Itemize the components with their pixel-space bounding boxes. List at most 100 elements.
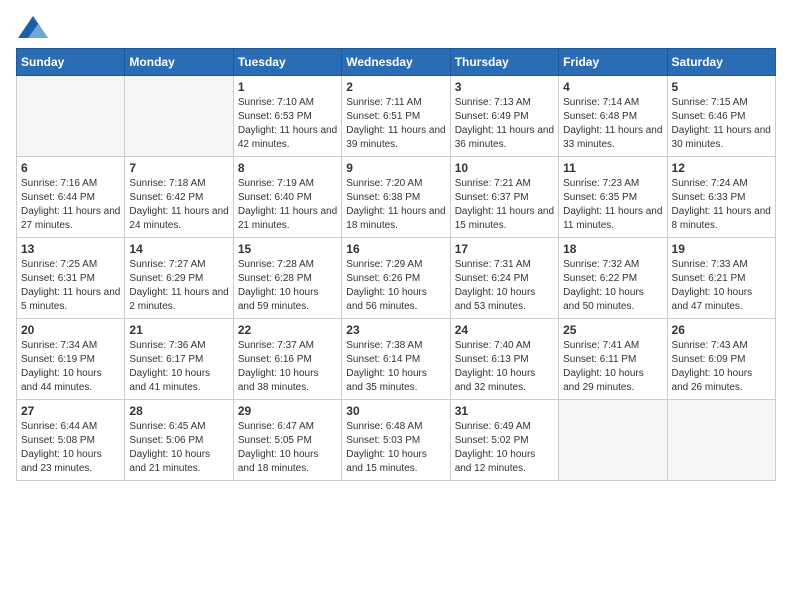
day-number: 29 — [238, 404, 337, 418]
day-info: Sunrise: 7:21 AMSunset: 6:37 PMDaylight:… — [455, 177, 554, 233]
calendar-day-cell: 18Sunrise: 7:32 AMSunset: 6:22 PMDayligh… — [559, 238, 667, 319]
weekday-header: Monday — [125, 49, 233, 76]
calendar-day-cell: 2 Sunrise: 7:11 AMSunset: 6:51 PMDaylight… — [342, 76, 450, 157]
day-info: Sunrise: 7:29 AMSunset: 6:26 PMDaylight:… — [346, 258, 445, 314]
day-info: Sunrise: 7:20 AMSunset: 6:38 PMDaylight:… — [346, 177, 445, 233]
calendar-day-cell: 3Sunrise: 7:13 AMSunset: 6:49 PMDaylight… — [450, 76, 558, 157]
day-info: Sunrise: 6:47 AMSunset: 5:05 PMDaylight:… — [238, 420, 337, 476]
day-info: Sunrise: 7:36 AMSunset: 6:17 PMDaylight:… — [129, 339, 228, 395]
day-number: 12 — [672, 161, 771, 175]
day-number: 10 — [455, 161, 554, 175]
calendar-week-row: 13 Sunrise: 7:25 AMSunset: 6:31 PMDayligh… — [17, 238, 776, 319]
day-info: Sunrise: 7:16 AMSunset: 6:44 PMDaylight:… — [21, 177, 120, 233]
day-number: 11 — [563, 161, 662, 175]
weekday-header: Wednesday — [342, 49, 450, 76]
calendar-day-cell: 16 Sunrise: 7:29 AMSunset: 6:26 PMDayligh… — [342, 238, 450, 319]
calendar-day-cell: 10 Sunrise: 7:21 AMSunset: 6:37 PMDayligh… — [450, 157, 558, 238]
calendar-day-cell: 4Sunrise: 7:14 AMSunset: 6:48 PMDaylight… — [559, 76, 667, 157]
day-info: Sunrise: 7:34 AMSunset: 6:19 PMDaylight:… — [21, 339, 120, 395]
calendar-day-cell: 31 Sunrise: 6:49 AMSunset: 5:02 PMDayligh… — [450, 400, 558, 481]
calendar-week-row: 6Sunrise: 7:16 AMSunset: 6:44 PMDaylight… — [17, 157, 776, 238]
calendar-day-cell: 8 Sunrise: 7:19 AMSunset: 6:40 PMDaylight… — [233, 157, 341, 238]
day-number: 22 — [238, 323, 337, 337]
calendar-header-row: SundayMondayTuesdayWednesdayThursdayFrid… — [17, 49, 776, 76]
day-info: Sunrise: 7:32 AMSunset: 6:22 PMDaylight:… — [563, 258, 662, 314]
day-info: Sunrise: 7:11 AMSunset: 6:51 PMDaylight:… — [346, 96, 445, 152]
calendar-day-cell — [667, 400, 775, 481]
day-number: 26 — [672, 323, 771, 337]
day-number: 1 — [238, 80, 337, 94]
day-number: 13 — [21, 242, 120, 256]
weekday-header: Tuesday — [233, 49, 341, 76]
calendar-week-row: 1 Sunrise: 7:10 AMSunset: 6:53 PMDaylight… — [17, 76, 776, 157]
day-number: 24 — [455, 323, 554, 337]
calendar-week-row: 27Sunrise: 6:44 AMSunset: 5:08 PMDayligh… — [17, 400, 776, 481]
day-info: Sunrise: 7:37 AMSunset: 6:16 PMDaylight:… — [238, 339, 337, 395]
calendar-table: SundayMondayTuesdayWednesdayThursdayFrid… — [16, 48, 776, 481]
day-number: 31 — [455, 404, 554, 418]
day-number: 5 — [672, 80, 771, 94]
calendar-day-cell: 28 Sunrise: 6:45 AMSunset: 5:06 PMDayligh… — [125, 400, 233, 481]
calendar-day-cell: 20 Sunrise: 7:34 AMSunset: 6:19 PMDayligh… — [17, 319, 125, 400]
weekday-header: Thursday — [450, 49, 558, 76]
page-header — [16, 16, 776, 38]
calendar-day-cell: 13 Sunrise: 7:25 AMSunset: 6:31 PMDayligh… — [17, 238, 125, 319]
calendar-day-cell: 22 Sunrise: 7:37 AMSunset: 6:16 PMDayligh… — [233, 319, 341, 400]
day-info: Sunrise: 6:45 AMSunset: 5:06 PMDaylight:… — [129, 420, 228, 476]
calendar-day-cell: 25 Sunrise: 7:41 AMSunset: 6:11 PMDayligh… — [559, 319, 667, 400]
calendar-day-cell: 6Sunrise: 7:16 AMSunset: 6:44 PMDaylight… — [17, 157, 125, 238]
day-info: Sunrise: 7:41 AMSunset: 6:11 PMDaylight:… — [563, 339, 662, 395]
calendar-day-cell: 15Sunrise: 7:28 AMSunset: 6:28 PMDayligh… — [233, 238, 341, 319]
calendar-day-cell: 14 Sunrise: 7:27 AMSunset: 6:29 PMDayligh… — [125, 238, 233, 319]
day-info: Sunrise: 7:33 AMSunset: 6:21 PMDaylight:… — [672, 258, 771, 314]
day-number: 8 — [238, 161, 337, 175]
calendar-day-cell: 29 Sunrise: 6:47 AMSunset: 5:05 PMDayligh… — [233, 400, 341, 481]
calendar-day-cell: 17Sunrise: 7:31 AMSunset: 6:24 PMDayligh… — [450, 238, 558, 319]
day-info: Sunrise: 7:24 AMSunset: 6:33 PMDaylight:… — [672, 177, 771, 233]
calendar-week-row: 20 Sunrise: 7:34 AMSunset: 6:19 PMDayligh… — [17, 319, 776, 400]
calendar-day-cell: 12 Sunrise: 7:24 AMSunset: 6:33 PMDayligh… — [667, 157, 775, 238]
weekday-header: Friday — [559, 49, 667, 76]
day-number: 21 — [129, 323, 228, 337]
calendar-day-cell: 7 Sunrise: 7:18 AMSunset: 6:42 PMDaylight… — [125, 157, 233, 238]
weekday-header: Saturday — [667, 49, 775, 76]
calendar-day-cell — [125, 76, 233, 157]
day-number: 25 — [563, 323, 662, 337]
calendar-day-cell: 26 Sunrise: 7:43 AMSunset: 6:09 PMDayligh… — [667, 319, 775, 400]
calendar-day-cell: 21 Sunrise: 7:36 AMSunset: 6:17 PMDayligh… — [125, 319, 233, 400]
day-info: Sunrise: 6:49 AMSunset: 5:02 PMDaylight:… — [455, 420, 554, 476]
day-number: 2 — [346, 80, 445, 94]
day-info: Sunrise: 6:48 AMSunset: 5:03 PMDaylight:… — [346, 420, 445, 476]
day-info: Sunrise: 7:23 AMSunset: 6:35 PMDaylight:… — [563, 177, 662, 233]
day-number: 16 — [346, 242, 445, 256]
day-number: 7 — [129, 161, 228, 175]
day-number: 30 — [346, 404, 445, 418]
day-number: 14 — [129, 242, 228, 256]
day-info: Sunrise: 7:18 AMSunset: 6:42 PMDaylight:… — [129, 177, 228, 233]
day-number: 28 — [129, 404, 228, 418]
calendar-day-cell — [17, 76, 125, 157]
day-info: Sunrise: 7:14 AMSunset: 6:48 PMDaylight:… — [563, 96, 662, 152]
day-info: Sunrise: 7:43 AMSunset: 6:09 PMDaylight:… — [672, 339, 771, 395]
weekday-header: Sunday — [17, 49, 125, 76]
day-info: Sunrise: 7:27 AMSunset: 6:29 PMDaylight:… — [129, 258, 228, 314]
logo — [16, 16, 48, 38]
day-info: Sunrise: 7:19 AMSunset: 6:40 PMDaylight:… — [238, 177, 337, 233]
logo-icon — [18, 16, 48, 38]
day-info: Sunrise: 7:10 AMSunset: 6:53 PMDaylight:… — [238, 96, 337, 152]
day-info: Sunrise: 7:25 AMSunset: 6:31 PMDaylight:… — [21, 258, 120, 314]
day-info: Sunrise: 7:28 AMSunset: 6:28 PMDaylight:… — [238, 258, 337, 314]
day-info: Sunrise: 7:31 AMSunset: 6:24 PMDaylight:… — [455, 258, 554, 314]
calendar-day-cell: 5Sunrise: 7:15 AMSunset: 6:46 PMDaylight… — [667, 76, 775, 157]
calendar-day-cell: 27Sunrise: 6:44 AMSunset: 5:08 PMDayligh… — [17, 400, 125, 481]
day-number: 27 — [21, 404, 120, 418]
day-number: 9 — [346, 161, 445, 175]
day-number: 20 — [21, 323, 120, 337]
day-number: 23 — [346, 323, 445, 337]
calendar-day-cell: 19Sunrise: 7:33 AMSunset: 6:21 PMDayligh… — [667, 238, 775, 319]
calendar-day-cell: 9 Sunrise: 7:20 AMSunset: 6:38 PMDaylight… — [342, 157, 450, 238]
day-info: Sunrise: 7:40 AMSunset: 6:13 PMDaylight:… — [455, 339, 554, 395]
day-info: Sunrise: 7:13 AMSunset: 6:49 PMDaylight:… — [455, 96, 554, 152]
calendar-day-cell: 23Sunrise: 7:38 AMSunset: 6:14 PMDayligh… — [342, 319, 450, 400]
calendar-day-cell: 24 Sunrise: 7:40 AMSunset: 6:13 PMDayligh… — [450, 319, 558, 400]
